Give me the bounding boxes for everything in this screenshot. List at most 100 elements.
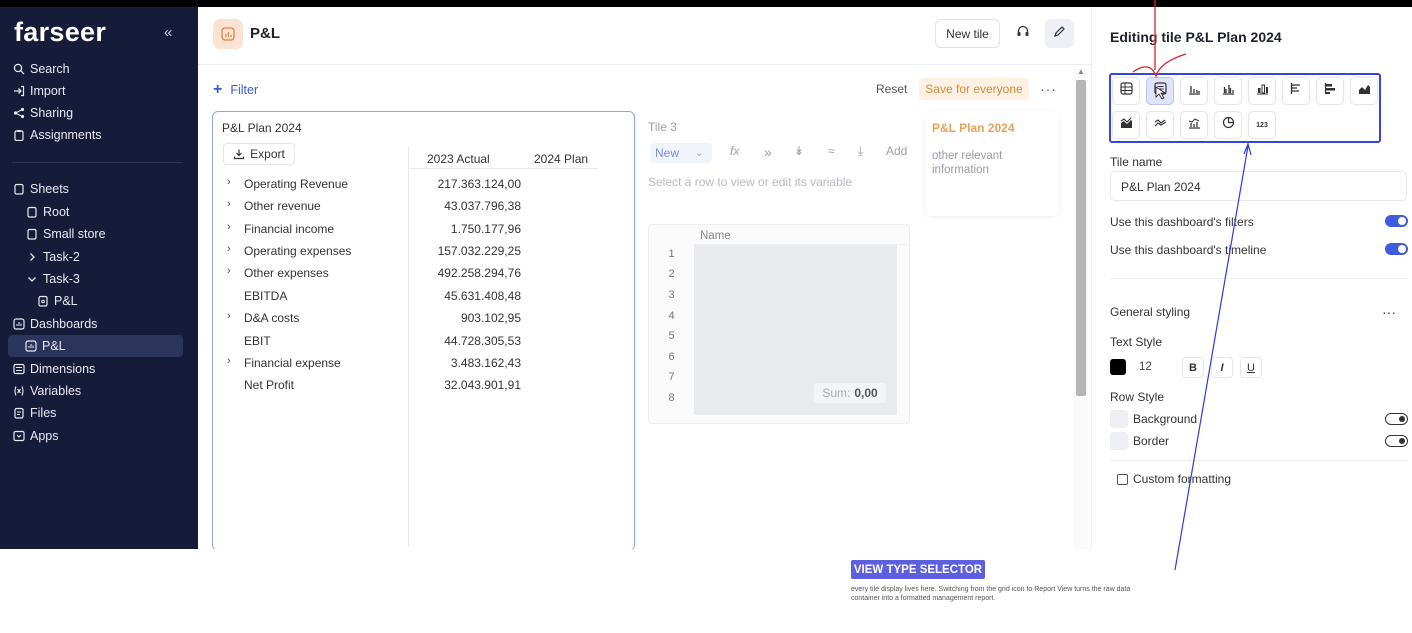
border-toggle[interactable] [1385,435,1408,447]
row-value: 44.728.305,53 [444,334,521,348]
save-for-everyone-button[interactable]: Save for everyone [919,78,1029,100]
chevron-right-icon[interactable]: › [227,265,231,277]
chevron-right-icon [25,251,38,264]
tile-3[interactable]: Tile 3 New ⌄ fx » ↡ ≈ ⤓ Add Select a row … [640,111,918,431]
scrollbar-thumb[interactable] [1076,80,1086,396]
column-header-2024-plan[interactable]: 2024 Plan [534,152,588,166]
add-button[interactable]: Add [886,144,907,158]
table-row[interactable]: › Operating Revenue 217.363.124,00 [223,174,523,194]
table-row[interactable]: EBITDA 45.631.408,48 [223,286,523,306]
number-kpi-button[interactable]: 123 [1248,111,1276,139]
chevron-right-icon[interactable]: › [227,176,231,188]
sidebar-item-sharing[interactable]: Sharing [12,103,73,123]
area-chart-button[interactable] [1350,77,1378,105]
border-color-swatch[interactable] [1110,432,1128,450]
download-icon[interactable]: ⤓ [858,144,863,159]
combo-chart-button[interactable] [1180,111,1208,139]
table-row[interactable]: › Financial income 1.750.177,96 [223,219,523,239]
edit-button[interactable] [1045,19,1074,48]
sidebar-item-pl-dashboard[interactable]: P&L [8,335,183,357]
sidebar-item-root[interactable]: Root [25,202,69,222]
horizontal-bar-button[interactable] [1282,77,1310,105]
collapse-sidebar-button[interactable]: « [164,24,172,41]
general-styling-more-button[interactable]: ··· [1382,304,1396,320]
row-number: 7 [668,371,675,383]
general-styling-label: General styling [1110,305,1191,319]
horizontal-stacked-button[interactable] [1316,77,1344,105]
headset-button[interactable] [1008,19,1037,48]
chevron-right-icon[interactable]: › [227,310,231,322]
table-row[interactable]: › Operating expenses 157.032.229,25 [223,241,523,261]
chevron-right-icon[interactable]: › [227,355,231,367]
row-label: Financial expense [244,356,341,370]
sidebar-item-dimensions[interactable]: Dimensions [12,359,95,379]
sidebar-item-task-3[interactable]: Task-3 [25,269,80,289]
custom-formatting-checkbox[interactable] [1117,474,1128,485]
grid-view-icon [1119,82,1133,100]
font-size-input[interactable]: 12 [1132,357,1174,379]
stacked-area-button[interactable] [1112,111,1140,139]
grid-view-button[interactable] [1112,77,1140,105]
sidebar-item-label: Apps [30,429,59,443]
page-title: P&L [250,25,280,42]
tile-name-input[interactable]: P&L Plan 2024 [1110,171,1407,201]
table-row[interactable]: › D&A costs 903.102,95 [223,308,523,328]
report-view-button[interactable] [1146,77,1174,105]
sidebar-item-pl-sheet[interactable]: P&L [36,291,78,311]
formula-icon[interactable]: fx [730,144,739,158]
chevron-right-icon[interactable]: › [227,243,231,255]
row-number: 2 [668,268,675,280]
text-color-swatch[interactable] [1110,359,1126,375]
grouped-bar-button[interactable] [1214,77,1242,105]
new-row-dropdown[interactable]: New ⌄ [650,143,712,163]
sidebar-item-task-2[interactable]: Task-2 [25,247,80,267]
scroll-up-arrow[interactable]: ▲ [1077,67,1085,76]
table-row[interactable]: EBIT 44.728.305,53 [223,331,523,351]
table-row[interactable]: Net Profit 32.043.901,91 [223,375,523,395]
stacked-area-icon [1120,116,1133,134]
expand-down-icon[interactable]: ↡ [794,144,804,158]
sidebar-item-variables[interactable]: Variables [12,381,81,401]
row-label: D&A costs [244,311,300,325]
expand-right-icon[interactable]: » [764,144,772,160]
chevron-right-icon[interactable]: › [227,198,231,210]
sidebar-item-small-store[interactable]: Small store [25,224,106,244]
sidebar-item-search[interactable]: Search [12,59,70,79]
table-row[interactable]: › Financial expense 3.483.162,43 [223,353,523,373]
number-kpi-icon: 123 [1256,121,1268,129]
grid-column-header[interactable]: Name [694,225,911,245]
background-color-swatch[interactable] [1110,410,1128,428]
new-tile-button[interactable]: New tile [935,19,1000,48]
underline-button[interactable]: U [1240,357,1262,378]
chevron-right-icon[interactable]: › [227,221,231,233]
more-options-button[interactable]: ··· [1040,81,1057,97]
table-row[interactable]: › Other expenses 492.258.294,76 [223,263,523,283]
bold-button[interactable]: B [1182,357,1204,378]
bar-chart-button[interactable] [1180,77,1208,105]
sidebar-item-assignments[interactable]: Assignments [12,125,102,145]
export-button[interactable]: Export [223,143,295,165]
sidebar-item-label: Sharing [30,106,74,120]
chevron-down-icon: ⌄ [695,147,704,159]
sidebar-item-import[interactable]: Import [12,81,65,101]
sidebar-item-files[interactable]: Files [12,403,56,423]
pie-chart-button[interactable] [1214,111,1242,139]
table-row[interactable]: › Other revenue 43.037.796,38 [223,196,523,216]
row-value: 45.631.408,48 [444,289,521,303]
trend-icon[interactable]: ≈ [828,144,835,158]
italic-button[interactable]: I [1211,357,1233,378]
tile-pl-plan-2024[interactable]: P&L Plan 2024 Export 2023 Actual 2024 Pl… [212,111,635,549]
use-timeline-toggle[interactable] [1385,243,1408,255]
sidebar-item-sheets[interactable]: Sheets [12,179,69,199]
tile-info[interactable]: P&L Plan 2024 other relevant information [925,111,1059,216]
line-chart-button[interactable] [1146,111,1174,139]
column-header-2023-actual[interactable]: 2023 Actual [427,152,490,166]
stacked-bar-button[interactable] [1248,77,1276,105]
filter-button[interactable]: + Filter [213,81,258,99]
data-grid[interactable]: Name 1 2 3 4 5 6 7 8 Sum: 0,00 [648,224,911,424]
reset-button[interactable]: Reset [876,82,907,96]
sidebar-item-dashboards[interactable]: Dashboards [12,314,97,334]
sidebar-item-apps[interactable]: Apps [12,426,59,446]
background-toggle[interactable] [1385,413,1408,425]
use-filters-toggle[interactable] [1385,215,1408,227]
